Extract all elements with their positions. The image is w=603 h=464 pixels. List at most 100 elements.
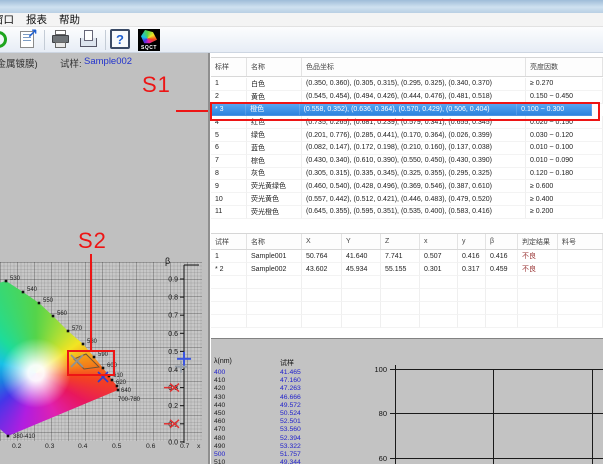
sample-row-Sample002[interactable]: * 2Sample00243.60245.93455.1550.3010.317… [211,263,603,276]
s1-annotation-rect [210,102,600,121]
standards-table-header: 标样名称色品坐标亮度因数 [211,57,603,77]
cell [558,302,603,315]
column-header[interactable]: y [458,234,486,249]
cell: (0.082, 0.147), (0.172, 0.198), (0.210, … [302,142,526,155]
sqct-icon[interactable]: SQCT [138,29,160,51]
column-header[interactable]: x [420,234,458,249]
calibration-icon[interactable] [0,29,12,51]
sample-value: Sample002 [84,56,132,67]
column-header[interactable]: 试样 [211,234,247,249]
cell: 45.934 [342,263,381,276]
cell: 0.120 ~ 0.180 [526,168,603,181]
toolbar-separator [44,30,45,50]
empty-row[interactable] [211,302,603,315]
column-header[interactable]: Y [342,234,381,249]
cell [458,315,486,328]
wavelength-value: 480 [214,435,225,443]
locus-label-700-780: 700-780 [118,397,141,403]
standard-row-白色[interactable]: 1白色(0.350, 0.360), (0.305, 0.315), (0.29… [211,78,603,91]
gridline-h-80 [395,413,603,414]
locus-dot [82,343,85,346]
spectral-row: 47053.560 [211,426,391,434]
standard-row-蓝色[interactable]: 6蓝色(0.082, 0.147), (0.172, 0.198), (0.21… [211,142,603,155]
x-tick-label: 0.6 [146,443,155,450]
standard-row-荧光橙色[interactable]: 11荧光橙色(0.645, 0.355), (0.595, 0.351), (0… [211,206,603,219]
reflectance-value: 49.344 [280,459,301,464]
reflectance-value: 50.524 [280,410,301,418]
cell: 不良 [518,250,558,263]
column-header[interactable]: 色品坐标 [302,58,526,76]
reflectance-value: 51.757 [280,451,301,459]
cell [381,315,420,328]
cell [458,276,486,289]
column-header[interactable]: β [486,234,518,249]
column-header[interactable]: 标样 [211,58,247,76]
cell [558,289,603,302]
app-window: 窗口报表帮助 ↗ ? SQCT 无金属镀膜) 试样: Sample002 标样名… [0,0,603,464]
locus-label-580: 580 [87,339,98,345]
cell: (0.460, 0.540), (0.428, 0.496), (0.369, … [302,180,526,193]
column-header[interactable]: 亮度因数 [526,58,603,76]
samples-table-header: 试样名称XYZxyβ判定结果料号 [211,233,603,250]
s1-annotation-line [176,110,210,112]
standard-row-灰色[interactable]: 8灰色(0.305, 0.315), (0.335, 0.345), (0.32… [211,168,603,181]
locus-dot [67,330,70,333]
column-header[interactable]: 料号 [558,234,603,249]
column-header[interactable]: 名称 [247,58,302,76]
column-header[interactable]: Z [381,234,420,249]
export-report-icon[interactable]: ↗ [17,29,39,51]
menu-item[interactable]: 报表 [26,13,47,27]
locus-label-540: 540 [27,287,38,293]
ytick-60: 60 [369,454,387,463]
standard-row-绿色[interactable]: 5绿色(0.201, 0.776), (0.285, 0.441), (0.17… [211,129,603,142]
reflectance-value: 52.394 [280,435,301,443]
cell: 9 [211,180,247,193]
cell: (0.557, 0.442), (0.512, 0.421), (0.446, … [302,193,526,206]
cell [458,302,486,315]
menu-bar: 窗口报表帮助 [0,13,603,27]
empty-row[interactable] [211,289,603,302]
cell [486,289,518,302]
help-icon[interactable]: ? [110,29,132,51]
cell: 绿色 [247,129,302,142]
cell: (0.305, 0.315), (0.335, 0.345), (0.325, … [302,168,526,181]
menu-item[interactable]: 帮助 [59,13,80,27]
sample-label: 试样: [60,56,82,69]
column-header[interactable]: 名称 [247,234,302,249]
wavelength-value: 420 [214,385,225,393]
column-header[interactable]: X [302,234,342,249]
cell: 0.317 [458,263,486,276]
cell: (0.350, 0.360), (0.305, 0.315), (0.295, … [302,78,526,91]
cell [420,302,458,315]
reflectance-value: 41.465 [280,369,301,377]
cell [518,315,558,328]
wavelength-value: 450 [214,410,225,418]
empty-row[interactable] [211,315,603,328]
reflectance-value: 49.572 [280,402,301,410]
cell [558,250,603,263]
cell: 0.301 [420,263,458,276]
s1-annotation-label: S1 [142,72,171,98]
print-preview-icon[interactable] [78,29,100,51]
x-tick-label: 0.2 [12,443,21,450]
cell: 7 [211,155,247,168]
empty-row[interactable] [211,276,603,289]
cell: * 2 [211,263,247,276]
print-icon[interactable] [50,29,72,51]
menu-item[interactable]: 窗口 [0,13,14,27]
cell: 灰色 [247,168,302,181]
cell [518,289,558,302]
x-tick-label: 0.3 [45,443,54,450]
cell: 5 [211,129,247,142]
locus-dot [5,280,8,283]
sample-row-Sample001[interactable]: 1Sample00150.76441.6407.7410.5070.4160.4… [211,250,603,263]
cell [486,276,518,289]
standard-row-荧光黄色[interactable]: 10荧光黄色(0.557, 0.442), (0.512, 0.421), (0… [211,193,603,206]
spectral-chart-y-axis [395,365,396,464]
cell [247,289,302,302]
locus-label-640: 640 [121,388,132,394]
standard-row-荧光黄绿色[interactable]: 9荧光黄绿色(0.460, 0.540), (0.428, 0.496), (0… [211,180,603,193]
beta-tick-label: 0.8 [168,295,178,302]
column-header[interactable]: 判定结果 [518,234,558,249]
standard-row-棕色[interactable]: 7棕色(0.430, 0.340), (0.610, 0.390), (0.55… [211,155,603,168]
